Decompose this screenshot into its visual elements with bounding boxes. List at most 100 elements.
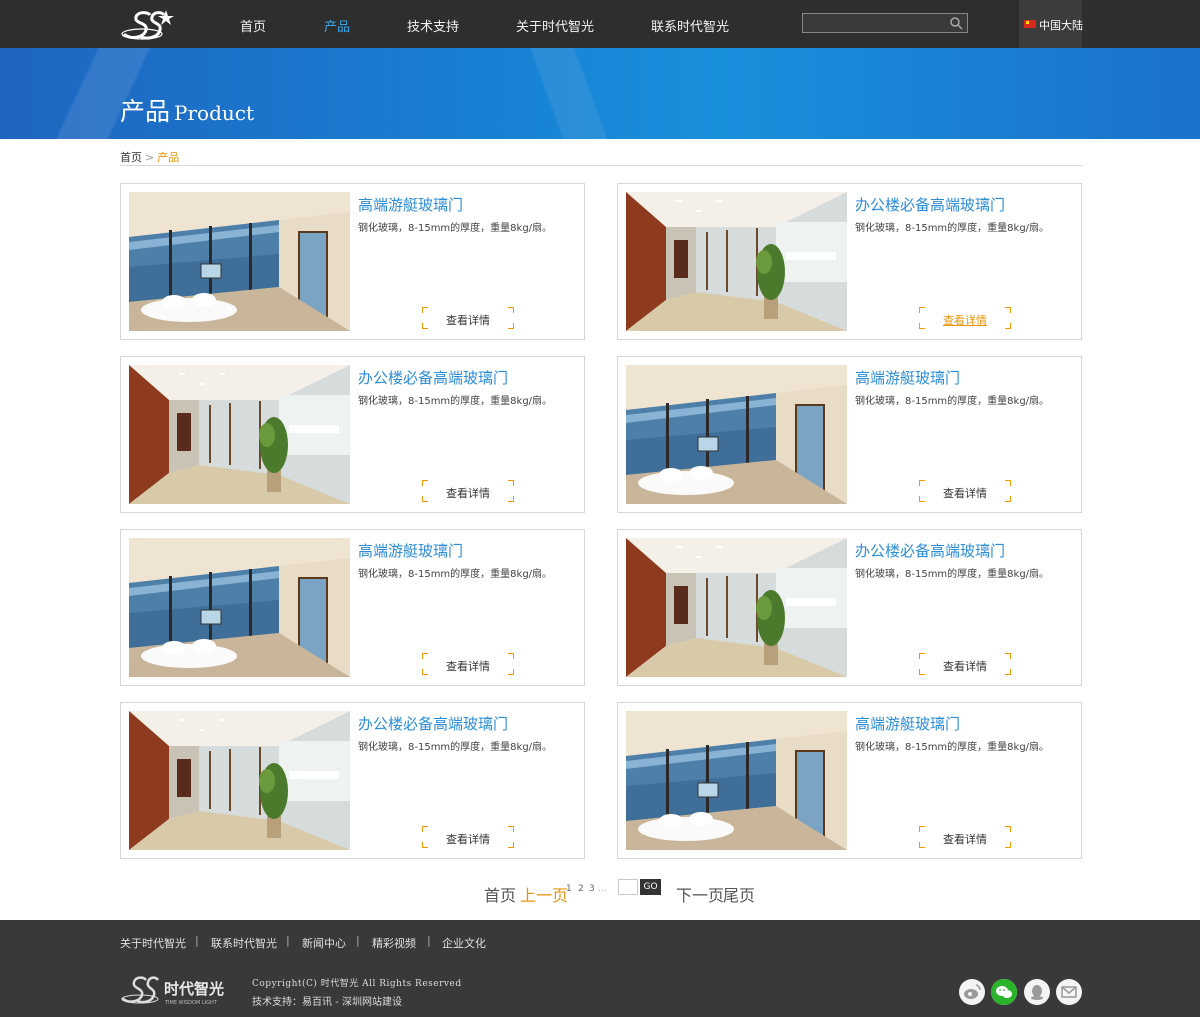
view-details-button[interactable]: 查看详情 (919, 307, 1011, 329)
view-details-label: 查看详情 (943, 660, 987, 673)
product-title[interactable]: 高端游艇玻璃门 (855, 367, 960, 388)
region-label: 中国大陆 (1039, 19, 1083, 32)
page-next-link[interactable]: 下一页 (676, 882, 724, 906)
china-flag-icon (1024, 20, 1036, 28)
product-card: 办公楼必备高端玻璃门 钢化玻璃，8-15mm的厚度，重量8kg/扇。 查看详情 (120, 356, 585, 513)
view-details-button[interactable]: 查看详情 (422, 307, 514, 329)
wechat-icon[interactable] (991, 979, 1017, 1005)
view-details-label: 查看详情 (943, 833, 987, 846)
product-card: 办公楼必备高端玻璃门 钢化玻璃，8-15mm的厚度，重量8kg/扇。 查看详情 (617, 183, 1082, 340)
product-card: 高端游艇玻璃门 钢化玻璃，8-15mm的厚度，重量8kg/扇。 查看详情 (120, 183, 585, 340)
tech-support-text: 技术支持：易百讯 - 深圳网站建设 (252, 993, 402, 1008)
nav-item-home[interactable]: 首页 (240, 16, 266, 35)
view-details-label: 查看详情 (943, 487, 987, 500)
footer-separator: | (195, 934, 199, 947)
region-selector[interactable]: 中国大陆 (1019, 0, 1083, 48)
product-title[interactable]: 办公楼必备高端玻璃门 (855, 540, 1005, 561)
footer-link-contact[interactable]: 联系时代智光 (211, 935, 277, 951)
brand-logo[interactable] (120, 8, 176, 42)
mail-icon[interactable] (1056, 979, 1082, 1005)
svg-text:时代智光: 时代智光 (164, 980, 224, 998)
footer-link-culture[interactable]: 企业文化 (442, 935, 486, 951)
product-image[interactable] (129, 192, 350, 331)
product-image[interactable] (626, 538, 847, 677)
product-description: 钢化玻璃，8-15mm的厚度，重量8kg/扇。 (855, 396, 1050, 407)
page-first-link[interactable]: 首页 (484, 882, 516, 906)
page-prev-link[interactable]: 上一页 (520, 882, 568, 906)
product-description: 钢化玻璃，8-15mm的厚度，重量8kg/扇。 (358, 396, 553, 407)
view-details-label: 查看详情 (943, 314, 987, 327)
footer-separator: | (427, 934, 431, 947)
divider (120, 165, 1082, 166)
product-title[interactable]: 高端游艇玻璃门 (358, 194, 463, 215)
view-details-button[interactable]: 查看详情 (919, 653, 1011, 675)
nav-item-about[interactable]: 关于时代智光 (516, 16, 594, 35)
nav-item-contact[interactable]: 联系时代智光 (651, 16, 729, 35)
product-image[interactable] (129, 711, 350, 850)
product-description: 钢化玻璃，8-15mm的厚度，重量8kg/扇。 (855, 569, 1050, 580)
breadcrumb-separator: > (145, 151, 155, 164)
product-title[interactable]: 办公楼必备高端玻璃门 (358, 367, 508, 388)
product-image[interactable] (129, 365, 350, 504)
qq-icon[interactable] (1024, 979, 1050, 1005)
breadcrumb-home-link[interactable]: 首页 (120, 151, 142, 164)
footer-link-about[interactable]: 关于时代智光 (120, 935, 186, 951)
page-title-en: Product (174, 101, 254, 125)
page-number-link[interactable]: 2 (578, 884, 584, 894)
product-card: 高端游艇玻璃门 钢化玻璃，8-15mm的厚度，重量8kg/扇。 查看详情 (120, 529, 585, 686)
view-details-label: 查看详情 (446, 833, 490, 846)
product-image[interactable] (626, 192, 847, 331)
nav-item-products[interactable]: 产品 (324, 16, 350, 35)
product-image[interactable] (626, 365, 847, 504)
page-jump-input[interactable] (618, 879, 638, 895)
search-icon[interactable] (949, 16, 963, 30)
page-ellipsis: ... (598, 884, 607, 894)
banner-decoration (430, 48, 690, 139)
view-details-button[interactable]: 查看详情 (422, 480, 514, 502)
weibo-icon[interactable] (959, 979, 985, 1005)
product-card: 高端游艇玻璃门 钢化玻璃，8-15mm的厚度，重量8kg/扇。 查看详情 (617, 702, 1082, 859)
page-last-link[interactable]: 尾页 (723, 882, 755, 906)
product-description: 钢化玻璃，8-15mm的厚度，重量8kg/扇。 (358, 569, 553, 580)
product-description: 钢化玻璃，8-15mm的厚度，重量8kg/扇。 (855, 223, 1050, 234)
breadcrumb-current: 产品 (157, 151, 180, 164)
footer-link-news[interactable]: 新闻中心 (302, 935, 346, 951)
product-image[interactable] (129, 538, 350, 677)
page-banner: 产品 Product (0, 48, 1200, 139)
view-details-button[interactable]: 查看详情 (422, 826, 514, 848)
svg-text:TIME WISDOM LIGHT: TIME WISDOM LIGHT (164, 1000, 218, 1006)
view-details-button[interactable]: 查看详情 (919, 826, 1011, 848)
view-details-label: 查看详情 (446, 314, 490, 327)
tech-support-link[interactable]: 易百讯 (302, 997, 332, 1008)
product-card: 办公楼必备高端玻璃门 钢化玻璃，8-15mm的厚度，重量8kg/扇。 查看详情 (120, 702, 585, 859)
breadcrumb: 首页 > 产品 (120, 149, 179, 165)
product-title[interactable]: 高端游艇玻璃门 (358, 540, 463, 561)
search-box (802, 13, 968, 33)
search-input[interactable] (805, 15, 949, 33)
tech-support-label: 技术支持： (252, 997, 302, 1008)
footer-separator: | (356, 934, 360, 947)
view-details-button[interactable]: 查看详情 (422, 653, 514, 675)
product-description: 钢化玻璃，8-15mm的厚度，重量8kg/扇。 (358, 223, 553, 234)
product-card: 办公楼必备高端玻璃门 钢化玻璃，8-15mm的厚度，重量8kg/扇。 查看详情 (617, 529, 1082, 686)
product-card: 高端游艇玻璃门 钢化玻璃，8-15mm的厚度，重量8kg/扇。 查看详情 (617, 356, 1082, 513)
product-title[interactable]: 办公楼必备高端玻璃门 (358, 713, 508, 734)
product-description: 钢化玻璃，8-15mm的厚度，重量8kg/扇。 (855, 742, 1050, 753)
page-go-button[interactable]: GO (640, 879, 661, 895)
page-title-cn: 产品 (120, 97, 171, 126)
product-title[interactable]: 高端游艇玻璃门 (855, 713, 960, 734)
view-details-label: 查看详情 (446, 660, 490, 673)
footer-separator: | (286, 934, 290, 947)
top-navigation-bar: 首页 产品 技术支持 关于时代智光 联系时代智光 中国大陆 (0, 0, 1200, 48)
nav-item-tech-support[interactable]: 技术支持 (407, 16, 459, 35)
product-title[interactable]: 办公楼必备高端玻璃门 (855, 194, 1005, 215)
product-image[interactable] (626, 711, 847, 850)
product-description: 钢化玻璃，8-15mm的厚度，重量8kg/扇。 (358, 742, 553, 753)
footer: 关于时代智光 | 联系时代智光 | 新闻中心 | 精彩视频 | 企业文化 时代智… (0, 920, 1200, 1017)
page-number-link[interactable]: 1 (566, 884, 572, 894)
view-details-button[interactable]: 查看详情 (919, 480, 1011, 502)
website-build-link[interactable]: 深圳网站建设 (342, 997, 402, 1008)
footer-link-videos[interactable]: 精彩视频 (372, 935, 416, 951)
view-details-label: 查看详情 (446, 487, 490, 500)
page-number-link[interactable]: 3 (589, 884, 595, 894)
